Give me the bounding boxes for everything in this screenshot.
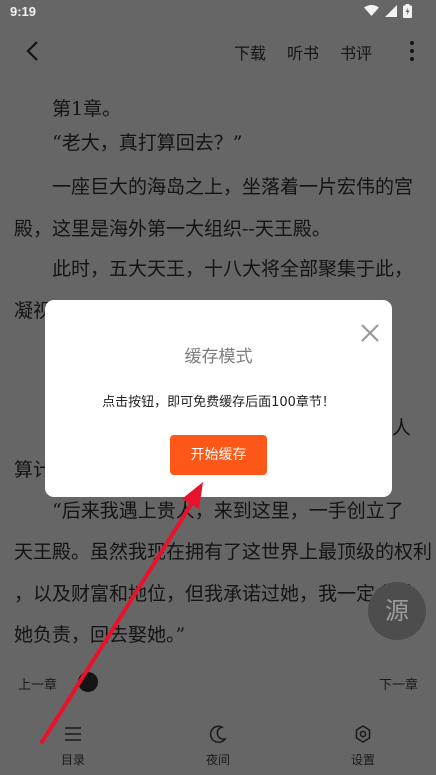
next-chapter-button[interactable]: 下一章 bbox=[379, 674, 418, 693]
status-time: 9:19 bbox=[10, 4, 37, 19]
status-bar: 9:19 bbox=[0, 0, 436, 24]
reader-top-bar: 下载 听书 书评 bbox=[0, 28, 436, 74]
content-line: 她负责，回去娶她。” bbox=[14, 624, 186, 646]
battery-icon bbox=[403, 4, 412, 18]
progress-slider-knob[interactable] bbox=[78, 672, 98, 692]
review-link[interactable]: 书评 bbox=[340, 40, 372, 64]
night-label: 夜间 bbox=[205, 753, 230, 767]
catalog-button[interactable]: 目录 bbox=[43, 723, 103, 768]
cache-mode-dialog: 缓存模式 点击按钮，即可免费缓存后面100章节！ 开始缓存 bbox=[45, 300, 392, 497]
download-link[interactable]: 下载 bbox=[234, 40, 266, 64]
gear-icon bbox=[355, 725, 371, 743]
content-line: 天王殿。虽然我现在拥有了这世界上最顶级的权利 bbox=[14, 541, 433, 563]
status-icons bbox=[364, 4, 412, 18]
dialog-title: 缓存模式 bbox=[184, 347, 253, 367]
prev-chapter-button[interactable]: 上一章 bbox=[18, 674, 57, 693]
content-line-fragment: 人 bbox=[392, 417, 412, 439]
content-line: 殿，这里是海外第一大组织--天王殿。 bbox=[14, 218, 331, 240]
chapter-progress: 上一章 下一章 bbox=[0, 668, 436, 698]
back-arrow-icon[interactable] bbox=[18, 36, 48, 66]
content-line: ，以及财富和地位，但我承诺过她，我一定会对 bbox=[14, 583, 414, 605]
start-cache-button[interactable]: 开始缓存 bbox=[170, 435, 267, 475]
list-icon bbox=[65, 727, 81, 741]
content-line: 此时，五大天王，十八大将全部聚集于此， bbox=[14, 258, 414, 280]
catalog-label: 目录 bbox=[60, 753, 85, 767]
source-fab[interactable]: 源 bbox=[368, 582, 426, 640]
signal-icon bbox=[385, 5, 397, 17]
more-vertical-icon[interactable] bbox=[406, 38, 418, 64]
moon-icon bbox=[209, 725, 227, 743]
bottom-toolbar: 目录 夜间 设置 bbox=[0, 715, 436, 775]
content-line: “后来我遇上贵人，来到这里，一手创立了 bbox=[14, 500, 404, 522]
content-line: “老大，真打算回去？” bbox=[14, 132, 243, 154]
content-line: 第1章。 bbox=[14, 98, 122, 120]
listen-link[interactable]: 听书 bbox=[287, 40, 319, 64]
settings-label: 设置 bbox=[350, 753, 375, 767]
content-line: 一座巨大的海岛之上，坐落着一片宏伟的宫 bbox=[14, 176, 414, 198]
night-mode-button[interactable]: 夜间 bbox=[188, 723, 248, 768]
wifi-icon bbox=[364, 5, 379, 16]
dialog-message: 点击按钮，即可免费缓存后面100章节！ bbox=[102, 395, 335, 410]
settings-button[interactable]: 设置 bbox=[333, 723, 393, 768]
close-icon[interactable] bbox=[359, 322, 381, 344]
